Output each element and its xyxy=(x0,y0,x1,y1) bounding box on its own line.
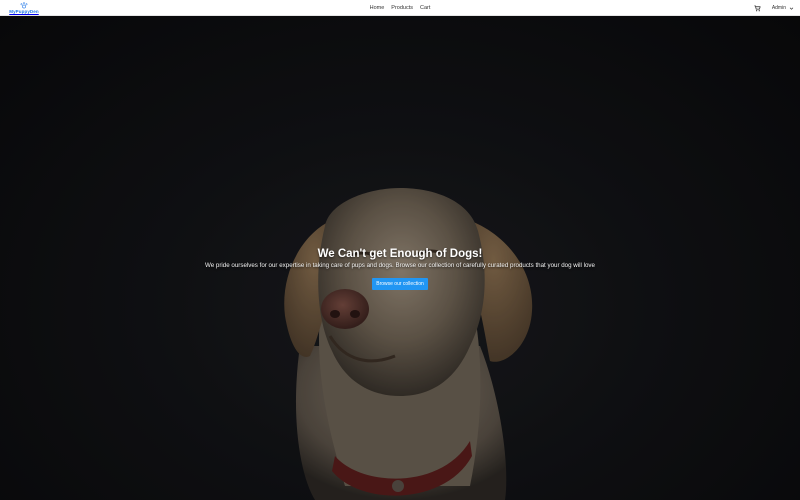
cart-icon xyxy=(754,5,761,11)
nav-link-products[interactable]: Products xyxy=(391,5,413,11)
brand-logo[interactable]: MyPuppyDen xyxy=(4,1,44,15)
chevron-down-icon xyxy=(789,7,794,10)
browse-collection-button[interactable]: Browse our collection xyxy=(372,278,428,290)
hero-title: We Can't get Enough of Dogs! xyxy=(317,248,483,260)
top-navbar: MyPuppyDen Home Products Cart Admin xyxy=(0,0,800,16)
user-menu-button[interactable]: Admin xyxy=(772,5,794,11)
nav-links: Home Products Cart xyxy=(0,0,800,16)
hero-content: We Can't get Enough of Dogs! We pride ou… xyxy=(0,247,800,290)
nav-link-cart[interactable]: Cart xyxy=(420,5,430,11)
hero-section: We Can't get Enough of Dogs! We pride ou… xyxy=(0,16,800,500)
cart-button[interactable] xyxy=(754,4,762,12)
nav-link-home[interactable]: Home xyxy=(370,5,385,11)
paw-logo-icon xyxy=(20,2,28,9)
brand-name: MyPuppyDen xyxy=(9,9,39,14)
nav-right: Admin xyxy=(754,0,794,16)
hero-subtitle: We pride ourselves for our expertise in … xyxy=(205,262,595,269)
user-name: Admin xyxy=(771,5,786,11)
